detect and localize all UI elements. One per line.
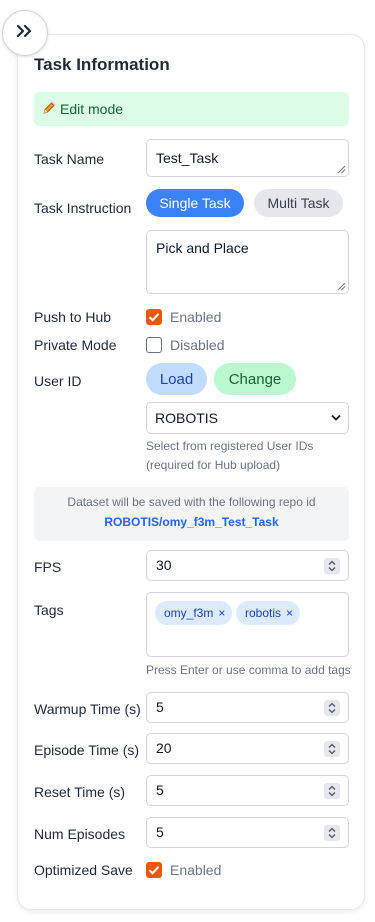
num-episodes-value: 5 <box>156 824 164 840</box>
task-name-label: Task Name <box>34 151 105 167</box>
change-button[interactable]: Change <box>214 363 296 395</box>
tags-hint: Press Enter or use comma to add tags <box>146 663 351 677</box>
fps-value: 30 <box>156 557 172 573</box>
stepper-icon <box>328 702 336 714</box>
multi-task-button[interactable]: Multi Task <box>254 189 343 217</box>
private-mode-checkbox[interactable] <box>146 337 162 353</box>
user-id-hint-line-1: Select from registered User IDs <box>146 439 314 453</box>
task-name-value: Test_Task <box>156 150 219 166</box>
reset-time-stepper[interactable] <box>324 783 340 799</box>
repo-id-value: ROBOTIS/omy_f3m_Test_Task <box>104 515 279 529</box>
resize-grip-icon[interactable] <box>337 282 346 291</box>
resize-grip-icon[interactable] <box>337 165 346 174</box>
reset-time-label: Reset Time (s) <box>34 784 126 800</box>
episode-time-stepper[interactable] <box>324 741 340 757</box>
tag-chip: omy_f3m × <box>155 601 233 625</box>
edit-mode-banner: Edit mode <box>34 92 349 126</box>
pencil-icon <box>42 101 56 118</box>
warmup-time-value: 5 <box>156 699 164 715</box>
collapse-panel-button[interactable] <box>2 10 48 56</box>
warmup-time-input[interactable]: 5 <box>146 692 349 723</box>
task-name-input[interactable]: Test_Task <box>146 139 349 177</box>
episode-time-label: Episode Time (s) <box>34 742 140 758</box>
optimized-save-state: Enabled <box>170 862 222 878</box>
push-to-hub-state: Enabled <box>170 309 222 325</box>
num-episodes-stepper[interactable] <box>324 825 340 841</box>
stepper-icon <box>328 785 336 797</box>
remove-tag-icon[interactable]: × <box>218 606 225 620</box>
task-instruction-textarea[interactable]: Pick and Place <box>146 230 349 294</box>
reset-time-value: 5 <box>156 782 164 798</box>
user-id-hint: Select from registered User IDs (require… <box>146 437 313 475</box>
tags-label: Tags <box>34 602 64 618</box>
tags-input[interactable]: omy_f3m × robotis × <box>146 592 349 657</box>
user-id-select[interactable]: ROBOTIS <box>146 402 349 434</box>
task-instruction-label: Task Instruction <box>34 200 132 216</box>
tag-label: robotis <box>245 606 282 620</box>
user-id-selected: ROBOTIS <box>155 410 219 426</box>
repo-id-notice: Dataset will be saved with the following… <box>34 487 349 541</box>
edit-mode-text: Edit mode <box>60 101 124 117</box>
task-information-panel: Task Information Edit mode Task Name Tes… <box>17 34 365 910</box>
num-episodes-input[interactable]: 5 <box>146 817 349 848</box>
optimized-save-checkbox[interactable] <box>146 862 162 878</box>
stepper-icon <box>328 743 336 755</box>
load-button[interactable]: Load <box>146 363 207 395</box>
single-task-button[interactable]: Single Task <box>146 189 244 217</box>
fps-input[interactable]: 30 <box>146 550 349 581</box>
checkmark-icon <box>148 866 160 875</box>
warmup-time-stepper[interactable] <box>324 700 340 716</box>
user-id-hint-line-2: (required for Hub upload) <box>146 458 281 472</box>
reset-time-input[interactable]: 5 <box>146 775 349 806</box>
num-episodes-label: Num Episodes <box>34 826 126 842</box>
repo-id-notice-text: Dataset will be saved with the following… <box>67 495 316 509</box>
stepper-icon <box>328 827 336 839</box>
stepper-icon <box>328 560 336 572</box>
optimized-save-label: Optimized Save <box>34 862 133 878</box>
private-mode-state: Disabled <box>170 337 225 353</box>
push-to-hub-checkbox[interactable] <box>146 309 162 325</box>
fps-label: FPS <box>34 559 62 575</box>
fps-stepper[interactable] <box>324 558 340 574</box>
panel-title: Task Information <box>34 55 170 74</box>
chevron-down-icon <box>331 414 341 421</box>
remove-tag-icon[interactable]: × <box>286 606 293 620</box>
tag-label: omy_f3m <box>164 606 214 620</box>
task-instruction-value: Pick and Place <box>156 240 249 256</box>
user-id-label: User ID <box>34 373 82 389</box>
chevrons-right-icon <box>16 24 34 43</box>
warmup-time-label: Warmup Time (s) <box>34 701 141 717</box>
episode-time-input[interactable]: 20 <box>146 733 349 764</box>
tag-chip: robotis × <box>236 601 301 625</box>
push-to-hub-label: Push to Hub <box>34 309 112 325</box>
private-mode-label: Private Mode <box>34 337 117 353</box>
episode-time-value: 20 <box>156 740 172 756</box>
checkmark-icon <box>148 313 160 322</box>
